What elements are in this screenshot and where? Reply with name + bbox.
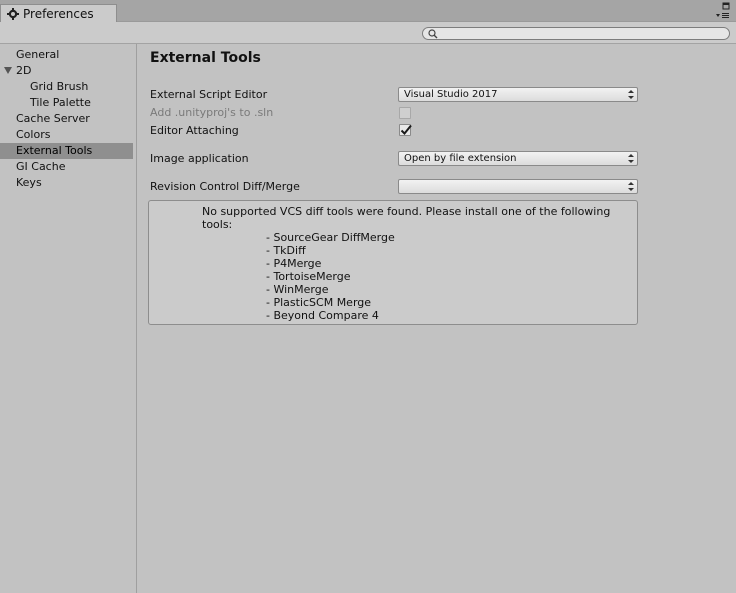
sidebar-item-label: Cache Server: [16, 112, 90, 125]
add-unityproj-label: Add .unityproj's to .sln: [150, 106, 274, 119]
main-panel: External Tools External Script Editor Vi…: [137, 44, 736, 593]
external-script-editor-dropdown[interactable]: Visual Studio 2017: [398, 87, 638, 102]
sidebar-item-label: Colors: [16, 128, 51, 141]
vcs-tool-item: - Beyond Compare 4: [266, 309, 379, 322]
checkmark-icon: [400, 124, 412, 135]
sidebar-item-gi-cache[interactable]: GI Cache: [0, 159, 152, 175]
sidebar-item-external-tools[interactable]: External Tools: [0, 143, 133, 159]
add-unityproj-checkbox[interactable]: [399, 107, 411, 119]
page-title: External Tools: [150, 50, 261, 66]
editor-attaching-checkbox[interactable]: [399, 124, 412, 136]
sidebar-item-label: Grid Brush: [30, 80, 89, 93]
vcs-message: No supported VCS diff tools were found. …: [202, 205, 632, 231]
title-bar: Preferences: [0, 0, 736, 22]
dropdown-arrows-icon: [628, 182, 634, 191]
sidebar-item-cache-server[interactable]: Cache Server: [0, 111, 152, 127]
sidebar-item-label: Keys: [16, 176, 42, 189]
vcs-message-line: No supported VCS diff tools were found. …: [202, 205, 611, 218]
sidebar-item-label: General: [16, 48, 60, 61]
vcs-tool-item: - WinMerge: [266, 283, 329, 296]
dropdown-arrows-icon: [628, 90, 634, 99]
menu-icon[interactable]: [716, 12, 730, 20]
dropdown-value: Open by file extension: [404, 153, 517, 164]
preferences-tab[interactable]: Preferences: [0, 4, 117, 22]
external-script-editor-label: External Script Editor: [150, 88, 268, 101]
dropdown-arrows-icon: [628, 154, 634, 163]
gear-icon: [7, 7, 19, 20]
sidebar-item-label: GI Cache: [16, 160, 66, 173]
search-input[interactable]: [422, 27, 730, 40]
sidebar-item-label: External Tools: [16, 144, 93, 157]
vcs-tool-item: - SourceGear DiffMerge: [266, 231, 395, 244]
sidebar-item-label: Tile Palette: [30, 96, 91, 109]
sidebar-item-keys[interactable]: Keys: [0, 175, 152, 191]
vcs-tool-item: - P4Merge: [266, 257, 322, 270]
dropdown-value: Visual Studio 2017: [404, 89, 498, 100]
triangle-down-icon[interactable]: [4, 67, 12, 74]
revision-control-label: Revision Control Diff/Merge: [150, 180, 300, 193]
vcs-tool-item: - PlasticSCM Merge: [266, 296, 372, 309]
window-controls[interactable]: [712, 2, 730, 20]
sidebar-item-2d[interactable]: 2D: [0, 63, 152, 79]
sidebar-item-label: 2D: [16, 64, 32, 77]
maximize-icon[interactable]: [722, 2, 730, 10]
vcs-message-line: tools:: [202, 218, 233, 231]
vcs-tool-item: - TkDiff: [266, 244, 306, 257]
revision-control-dropdown[interactable]: [398, 179, 638, 194]
tab-title: Preferences: [23, 6, 94, 21]
image-application-label: Image application: [150, 152, 249, 165]
toolbar: [0, 22, 736, 44]
sidebar-item-general[interactable]: General: [0, 47, 152, 63]
vcs-help-box: No supported VCS diff tools were found. …: [148, 200, 638, 325]
sidebar-item-colors[interactable]: Colors: [0, 127, 152, 143]
editor-attaching-label: Editor Attaching: [150, 124, 239, 137]
vcs-tool-item: - TortoiseMerge: [266, 270, 351, 283]
sidebar: General 2D Grid Brush Tile Palette Cache…: [0, 44, 137, 593]
search-icon: [428, 29, 438, 39]
image-application-dropdown[interactable]: Open by file extension: [398, 151, 638, 166]
